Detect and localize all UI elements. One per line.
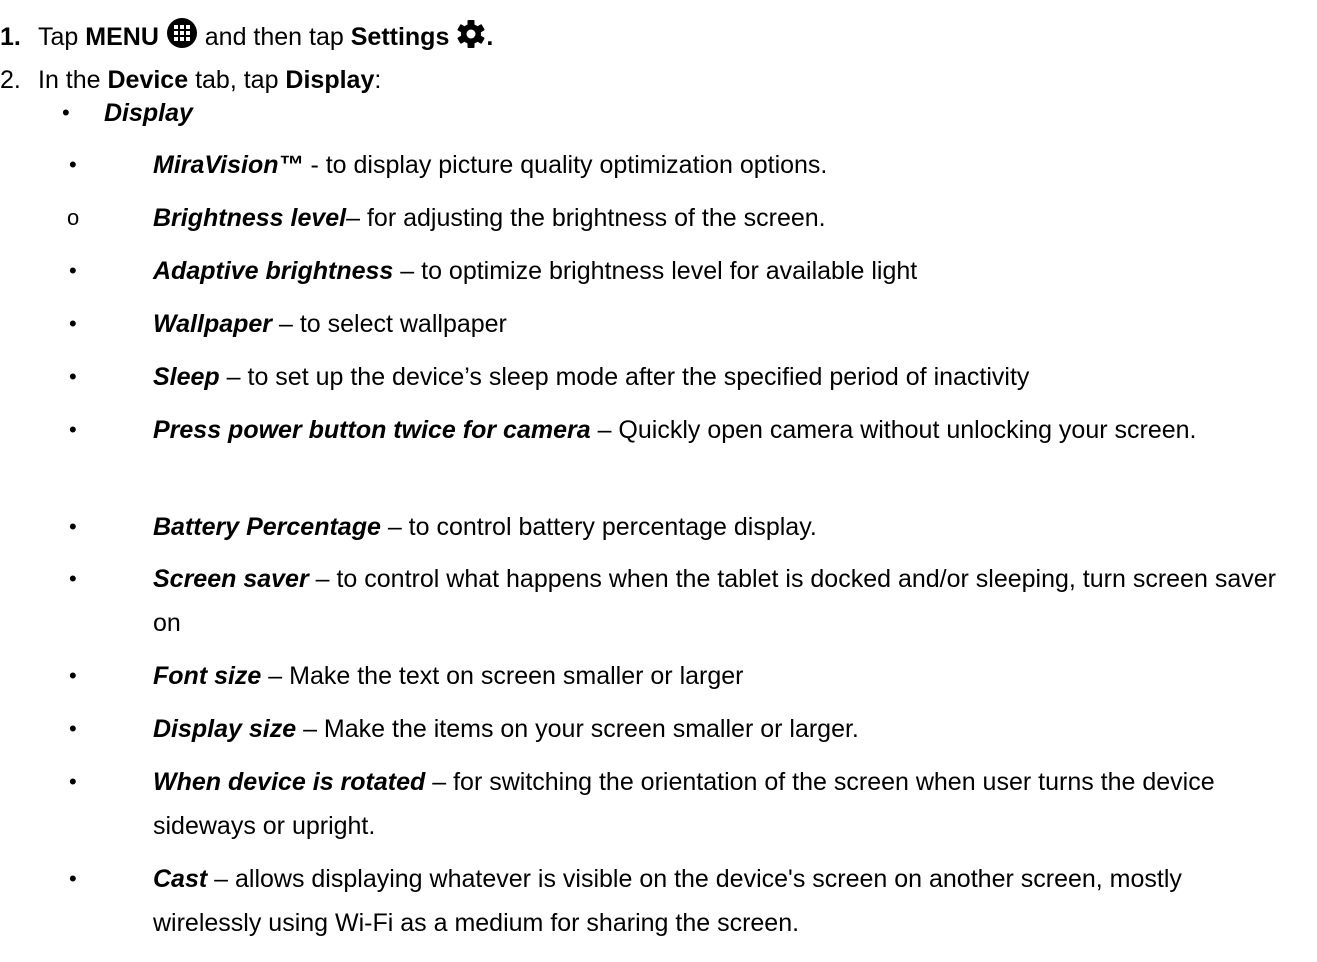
step-number: 1. <box>0 23 21 51</box>
list-item: • Font size – Make the text on screen sm… <box>69 654 1283 698</box>
item-desc: – to control battery percentage display. <box>380 513 817 541</box>
bullet-marker: • <box>69 364 77 389</box>
item-term: Battery Percentage <box>153 513 381 541</box>
item-term: Display size <box>153 715 297 743</box>
gear-icon <box>456 19 486 56</box>
step-end: : <box>374 66 382 94</box>
bullet-marker: • <box>69 716 77 741</box>
step-text: In the <box>38 66 108 94</box>
bullet-marker: • <box>69 514 77 539</box>
bullet-marker: • <box>69 663 77 688</box>
step-text: tab, tap <box>188 66 286 94</box>
list-item: • Sleep – to set up the device’s sleep m… <box>69 355 1283 399</box>
step-2: 2. In the Device tab, tap Display: <box>0 65 381 95</box>
list-item: • Screen saver – to control what happens… <box>69 557 1283 645</box>
step-text: and then tap <box>197 23 351 51</box>
step-1: 1. Tap MENU and then tap Settings . <box>0 17 493 56</box>
item-term: Screen saver <box>153 565 309 593</box>
bullet-marker: • <box>69 866 77 891</box>
item-desc: - to display picture quality optimizatio… <box>303 151 828 179</box>
list-item: • Battery Percentage – to control batter… <box>69 505 1283 549</box>
item-desc: – for adjusting the brightness of the sc… <box>346 204 826 232</box>
list-item: • MiraVision™ - to display picture quali… <box>69 143 1283 187</box>
step-number: 2. <box>0 66 21 94</box>
item-term: Sleep <box>153 363 220 391</box>
grid-menu-icon <box>166 17 198 56</box>
display-label: Display <box>285 66 375 94</box>
circle-marker: o <box>67 205 80 230</box>
item-desc: – allows displaying whatever is visible … <box>153 865 1182 937</box>
item-term: Wallpaper <box>153 310 273 338</box>
settings-label: Settings <box>350 23 450 51</box>
item-term: Press power button twice for camera <box>153 416 591 444</box>
bullet-marker: • <box>69 566 77 591</box>
item-desc: – to optimize brightness level for avail… <box>393 257 918 285</box>
bullet-marker: • <box>69 769 77 794</box>
menu-label: MENU <box>85 23 159 51</box>
list-item: • Cast – allows displaying whatever is v… <box>69 857 1283 945</box>
item-desc: – to set up the device’s sleep mode afte… <box>219 363 1030 391</box>
bullet-marker: • <box>69 152 77 177</box>
item-term: Adaptive brightness <box>153 257 394 285</box>
item-term: MiraVision™ <box>153 151 304 179</box>
list-item: • Wallpaper – to select wallpaper <box>69 302 1283 346</box>
item-term: Font size <box>153 662 262 690</box>
item-desc: – Make the items on your screen smaller … <box>296 715 859 743</box>
step-text: Tap <box>38 23 86 51</box>
list-item: • Display size – Make the items on your … <box>69 707 1283 751</box>
list-item: • Adaptive brightness – to optimize brig… <box>69 249 1283 293</box>
item-term: Cast <box>153 865 208 893</box>
step-end: . <box>486 23 494 51</box>
list-item: • When device is rotated – for switching… <box>69 760 1283 848</box>
item-term: When device is rotated <box>153 768 426 796</box>
section-title: Display <box>104 99 193 127</box>
list-item: o Brightness level– for adjusting the br… <box>67 196 1283 240</box>
item-desc: – to select wallpaper <box>272 310 507 338</box>
item-desc: – Quickly open camera without unlocking … <box>590 416 1197 444</box>
device-label: Device <box>107 66 189 94</box>
bullet-marker: • <box>69 258 77 283</box>
item-desc: – to control what happens when the table… <box>153 565 1276 637</box>
bullet-marker: • <box>69 417 77 442</box>
item-term: Brightness level <box>153 204 347 232</box>
item-desc: – Make the text on screen smaller or lar… <box>261 662 744 690</box>
bullet-marker: • <box>62 100 70 125</box>
bullet-marker: • <box>69 311 77 336</box>
list-item: • Press power button twice for camera – … <box>69 408 1283 452</box>
